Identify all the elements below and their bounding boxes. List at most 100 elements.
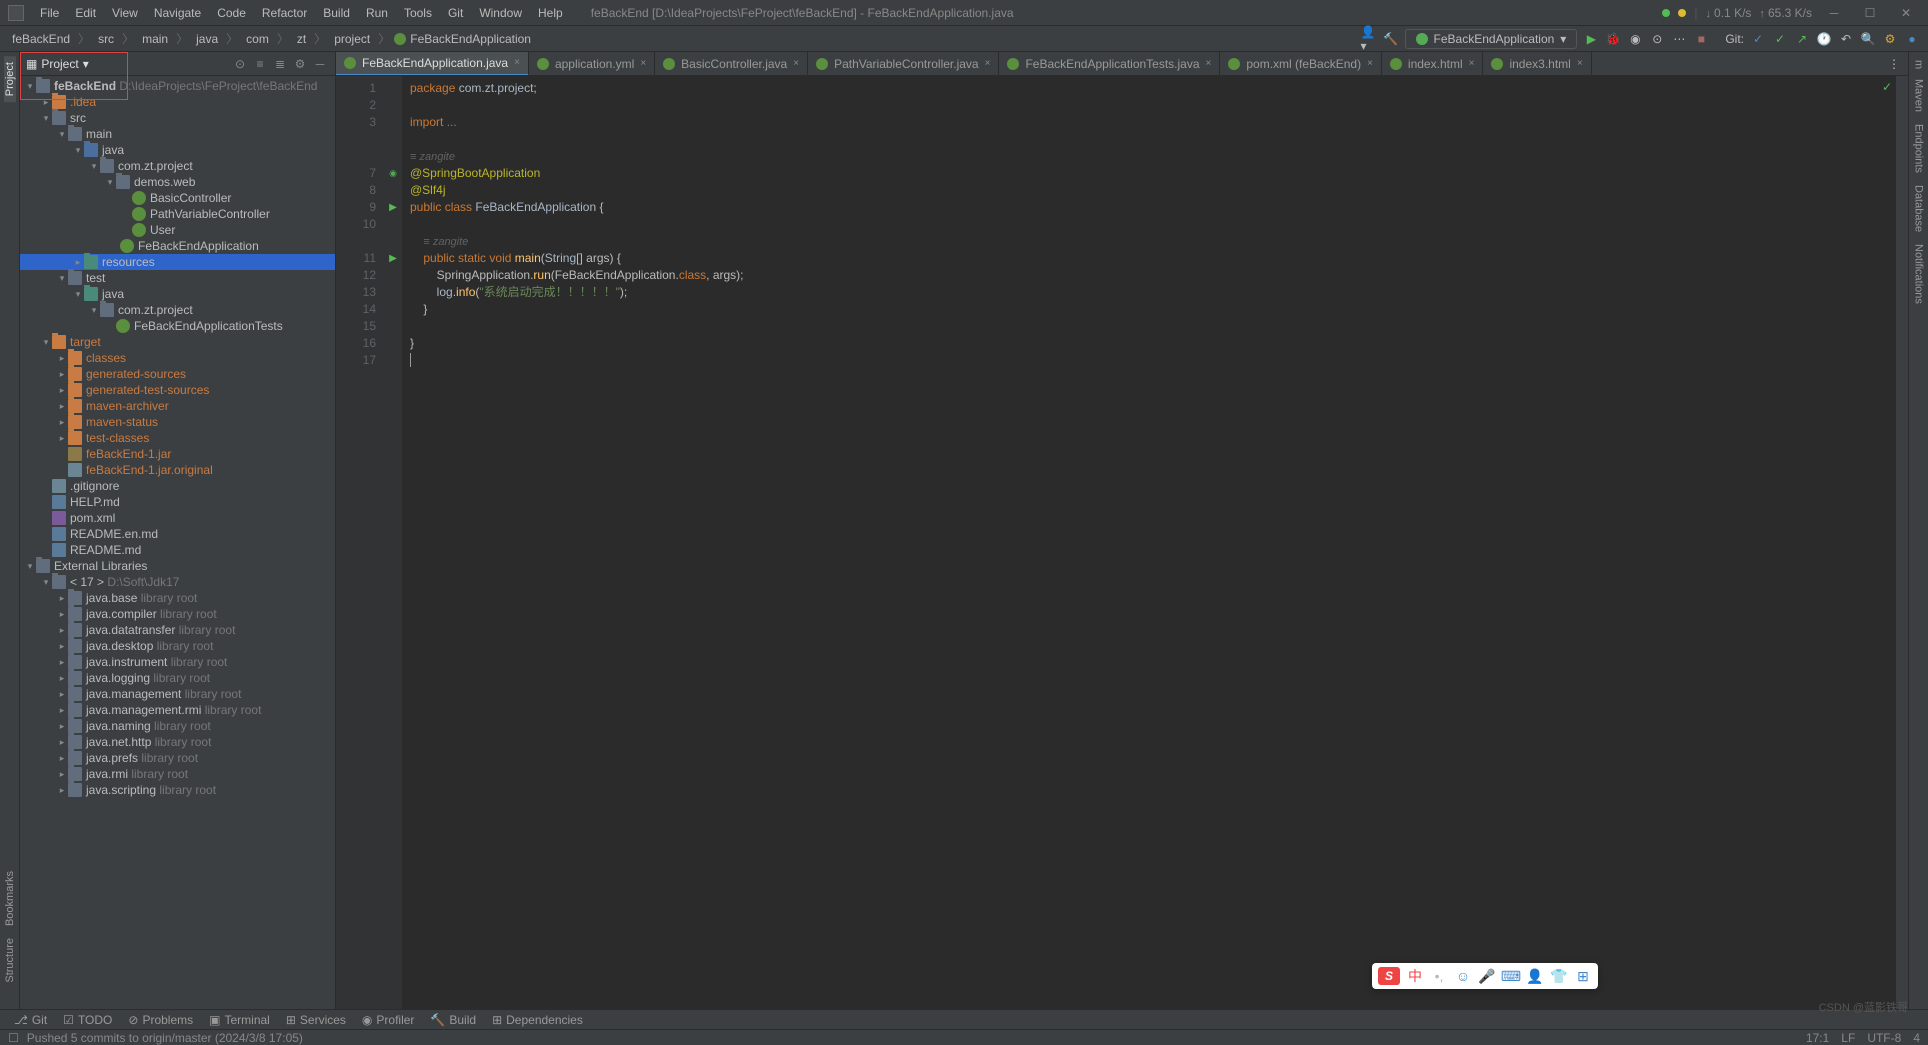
- close-tab-icon[interactable]: ×: [640, 58, 646, 69]
- tree-lib[interactable]: ▸java.scripting library root: [20, 782, 335, 798]
- coverage-button[interactable]: ◉: [1627, 31, 1643, 47]
- avatar-icon[interactable]: ●: [1904, 31, 1920, 47]
- tree-extlib[interactable]: ▾External Libraries: [20, 558, 335, 574]
- run-gutter-icon[interactable]: ▶: [389, 202, 397, 213]
- tree-help[interactable]: HELP.md: [20, 494, 335, 510]
- expand-all-icon[interactable]: ≡: [251, 55, 269, 73]
- bb-services[interactable]: ⊞ Services: [280, 1013, 352, 1027]
- tree-root[interactable]: ▾feBackEnd D:\IdeaProjects\FeProject\feB…: [20, 78, 335, 94]
- crumb-4[interactable]: com: [242, 32, 273, 46]
- close-tab-icon[interactable]: ×: [514, 57, 520, 68]
- ime-voice-icon[interactable]: 🎤: [1478, 967, 1496, 985]
- tree-readme2[interactable]: README.md: [20, 542, 335, 558]
- editor-tab[interactable]: index3.html×: [1483, 52, 1591, 76]
- crumb-2[interactable]: main: [138, 32, 172, 46]
- menu-tools[interactable]: Tools: [396, 4, 440, 22]
- tree-resources[interactable]: ▸resources: [20, 254, 335, 270]
- sogou-icon[interactable]: S: [1378, 967, 1400, 985]
- ime-cn-icon[interactable]: 中: [1406, 967, 1424, 985]
- editor-tab[interactable]: FeBackEndApplicationTests.java×: [999, 52, 1220, 76]
- crumb-0[interactable]: feBackEnd: [8, 32, 74, 46]
- git-push-icon[interactable]: ↗: [1794, 31, 1810, 47]
- tree-src[interactable]: ▾src: [20, 110, 335, 126]
- menu-git[interactable]: Git: [440, 4, 471, 22]
- tree-user[interactable]: User: [20, 222, 335, 238]
- git-update-icon[interactable]: ✓: [1750, 31, 1766, 47]
- project-tree[interactable]: ▾feBackEnd D:\IdeaProjects\FeProject\feB…: [20, 76, 335, 1009]
- close-tab-icon[interactable]: ×: [793, 58, 799, 69]
- close-tab-icon[interactable]: ×: [985, 58, 991, 69]
- menu-refactor[interactable]: Refactor: [254, 4, 315, 22]
- panel-title[interactable]: ▦ Project ▾: [26, 57, 89, 71]
- stop-button[interactable]: ■: [1693, 31, 1709, 47]
- tree-main[interactable]: ▾main: [20, 126, 335, 142]
- tree-lib[interactable]: ▸java.instrument library root: [20, 654, 335, 670]
- hide-panel-icon[interactable]: ─: [311, 55, 329, 73]
- tree-lib[interactable]: ▸java.base library root: [20, 590, 335, 606]
- debug-button[interactable]: 🐞: [1605, 31, 1621, 47]
- tree-lib[interactable]: ▸java.desktop library root: [20, 638, 335, 654]
- crumb-3[interactable]: java: [192, 32, 222, 46]
- select-opened-icon[interactable]: ⊙: [231, 55, 249, 73]
- bb-build[interactable]: 🔨 Build: [424, 1013, 482, 1027]
- inspection-ok-icon[interactable]: ✓: [1882, 80, 1892, 94]
- tree-lib[interactable]: ▸java.logging library root: [20, 670, 335, 686]
- maximize-button[interactable]: ☐: [1856, 4, 1884, 22]
- tree-lib[interactable]: ▸java.rmi library root: [20, 766, 335, 782]
- tool-notifications[interactable]: Notifications: [1913, 238, 1925, 310]
- tree-jdk[interactable]: ▾< 17 > D:\Soft\Jdk17: [20, 574, 335, 590]
- tree-basic-controller[interactable]: BasicController: [20, 190, 335, 206]
- tree-tests[interactable]: FeBackEndApplicationTests: [20, 318, 335, 334]
- tree-lib[interactable]: ▸java.prefs library root: [20, 750, 335, 766]
- tabs-more-icon[interactable]: ⋮: [1886, 56, 1902, 72]
- tree-lib[interactable]: ▸java.management.rmi library root: [20, 702, 335, 718]
- tool-maven-label[interactable]: Maven: [1913, 73, 1925, 118]
- tree-mstatus[interactable]: ▸maven-status: [20, 414, 335, 430]
- status-pos[interactable]: 17:1: [1806, 1031, 1829, 1045]
- tree-gensrc[interactable]: ▸generated-sources: [20, 366, 335, 382]
- run-config-selector[interactable]: FeBackEndApplication ▾: [1405, 29, 1578, 49]
- ime-keyboard-icon[interactable]: ⌨: [1502, 967, 1520, 985]
- git-rollback-icon[interactable]: ↶: [1838, 31, 1854, 47]
- menu-run[interactable]: Run: [358, 4, 396, 22]
- tree-classes[interactable]: ▸classes: [20, 350, 335, 366]
- tree-jar2[interactable]: feBackEnd-1.jar.original: [20, 462, 335, 478]
- close-tab-icon[interactable]: ×: [1469, 58, 1475, 69]
- tool-bookmarks[interactable]: Bookmarks: [4, 865, 16, 932]
- ime-toolbar[interactable]: S 中 •, ☺ 🎤 ⌨ 👤 👕 ⊞: [1372, 963, 1598, 989]
- tree-pkg2[interactable]: ▾com.zt.project: [20, 302, 335, 318]
- status-icon[interactable]: ☐: [8, 1031, 19, 1045]
- editor-tab[interactable]: BasicController.java×: [655, 52, 808, 76]
- menu-window[interactable]: Window: [471, 4, 530, 22]
- bb-todo[interactable]: ☑ TODO: [57, 1013, 118, 1027]
- tree-jar1[interactable]: feBackEnd-1.jar: [20, 446, 335, 462]
- tree-gentest[interactable]: ▸generated-test-sources: [20, 382, 335, 398]
- git-commit-icon[interactable]: ✓: [1772, 31, 1788, 47]
- tree-testclasses[interactable]: ▸test-classes: [20, 430, 335, 446]
- tree-pathvar-controller[interactable]: PathVariableController: [20, 206, 335, 222]
- more-run-button[interactable]: ⋯: [1671, 31, 1687, 47]
- tool-project[interactable]: Project: [4, 56, 16, 102]
- minimize-button[interactable]: ─: [1820, 4, 1848, 22]
- editor-tab[interactable]: FeBackEndApplication.java×: [336, 52, 529, 76]
- editor-tab[interactable]: PathVariableController.java×: [808, 52, 999, 76]
- close-tab-icon[interactable]: ×: [1577, 58, 1583, 69]
- ime-emoji-icon[interactable]: ☺: [1454, 967, 1472, 985]
- tree-java[interactable]: ▾java: [20, 142, 335, 158]
- menu-file[interactable]: File: [32, 4, 67, 22]
- run-button[interactable]: ▶: [1583, 31, 1599, 47]
- tree-pom[interactable]: pom.xml: [20, 510, 335, 526]
- profile-button[interactable]: ⊙: [1649, 31, 1665, 47]
- menu-build[interactable]: Build: [315, 4, 358, 22]
- hammer-icon[interactable]: 🔨: [1383, 31, 1399, 47]
- ime-punct-icon[interactable]: •,: [1430, 967, 1448, 985]
- tree-lib[interactable]: ▸java.net.http library root: [20, 734, 335, 750]
- bb-profiler[interactable]: ◉ Profiler: [356, 1013, 421, 1027]
- tree-lib[interactable]: ▸java.management library root: [20, 686, 335, 702]
- tool-database[interactable]: Database: [1913, 179, 1925, 238]
- tree-lib[interactable]: ▸java.compiler library root: [20, 606, 335, 622]
- git-history-icon[interactable]: 🕐: [1816, 31, 1832, 47]
- tool-endpoints[interactable]: Endpoints: [1913, 118, 1925, 179]
- ime-person-icon[interactable]: 👤: [1526, 967, 1544, 985]
- menu-view[interactable]: View: [104, 4, 146, 22]
